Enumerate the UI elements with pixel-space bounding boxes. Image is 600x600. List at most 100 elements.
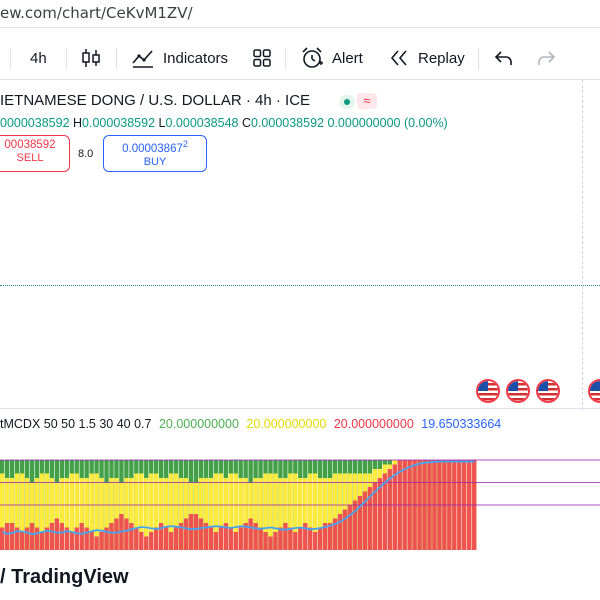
mcdx-red-bar [163, 527, 169, 550]
mcdx-red-bar [139, 532, 144, 550]
mcdx-red-bar [273, 532, 278, 550]
mcdx-red-bar [129, 523, 134, 550]
mcdx-red-bar [347, 505, 353, 550]
mcdx-red-bar [99, 532, 104, 550]
mcdx-red-bar [387, 469, 392, 550]
mcdx-red-bar [298, 527, 303, 550]
mcdx-red-bar [283, 523, 288, 550]
chart-type-button[interactable] [80, 44, 102, 72]
mcdx-red-bar [109, 523, 114, 550]
mcdx-red-bar [238, 527, 243, 550]
sell-price: 00038592 [4, 139, 56, 151]
indicator-value-green: 20.000000000 [158, 417, 239, 431]
toolbar-divider [285, 48, 286, 70]
data-delay-badge[interactable]: ≈ [357, 93, 377, 109]
mcdx-red-bar [4, 523, 10, 550]
indicator-legend[interactable]: tMCDX 50 50 1.5 30 40 0.7 20.000000000 2… [0, 417, 501, 431]
mcdx-red-bar [263, 532, 268, 550]
interval-button[interactable]: 4h [30, 44, 47, 72]
toolbar-divider [478, 48, 479, 70]
mcdx-red-bar [34, 527, 40, 550]
toolbar-divider [116, 48, 117, 70]
mcdx-red-bar [9, 523, 15, 550]
indicators-button[interactable]: Indicators [131, 44, 228, 72]
replay-label: Replay [418, 49, 465, 67]
buy-price-wrap: 0.000038672 [104, 139, 206, 155]
buy-price: 0.00003867 [122, 142, 183, 155]
mcdx-red-bar [54, 518, 60, 550]
alert-button[interactable]: Alert [300, 44, 363, 72]
mcdx-red-bar [233, 532, 238, 550]
us-flag-icon[interactable] [476, 379, 500, 403]
alert-label: Alert [332, 49, 363, 67]
close-label: C [241, 116, 251, 130]
mcdx-red-bar [337, 514, 343, 550]
tradingview-logo[interactable]: / TradingView [0, 566, 129, 589]
interval-label: 4h [30, 49, 47, 67]
mcdx-red-bar [352, 500, 358, 550]
us-flag-icon[interactable] [588, 379, 600, 403]
buy-button[interactable]: 0.000038672 BUY [103, 135, 207, 172]
redo-icon [538, 51, 556, 65]
mcdx-red-bar [218, 527, 223, 550]
undo-button[interactable] [493, 44, 515, 72]
mcdx-red-bar [193, 514, 199, 550]
redo-button[interactable] [535, 44, 557, 72]
open-value: 0000038592 [0, 116, 70, 130]
mcdx-red-bar [173, 527, 179, 550]
sell-button[interactable]: 00038592 SELL [0, 135, 70, 172]
low-value: 0.000038548 [165, 116, 239, 130]
mcdx-red-bar [154, 527, 159, 550]
layout-button[interactable] [251, 44, 273, 72]
mcdx-red-bar [134, 527, 139, 550]
indicator-name: tMCDX 50 50 1.5 30 40 0.7 [0, 417, 152, 431]
candlestick-icon [82, 49, 100, 67]
mcdx-red-bar [293, 532, 298, 550]
mcdx-red-bar [183, 518, 189, 550]
brand-name: TradingView [11, 566, 129, 588]
mcdx-red-bar [228, 527, 233, 550]
replay-button[interactable]: Replay [388, 44, 465, 72]
mcdx-red-bar [213, 532, 219, 550]
grid-line [582, 80, 583, 410]
mcdx-red-bar [0, 527, 5, 550]
us-flag-icon[interactable] [506, 379, 530, 403]
mcdx-red-bar [124, 518, 129, 550]
market-open-status-icon[interactable] [339, 95, 355, 109]
mcdx-indicator-pane[interactable] [0, 440, 600, 555]
mcdx-red-bar [114, 518, 119, 550]
mcdx-red-bar [29, 523, 35, 550]
mcdx-red-bar [39, 532, 45, 550]
ohlc-legend: 0000038592 H0.000038592 L0.000038548 C0.… [0, 116, 448, 130]
alarm-clock-icon [302, 47, 323, 68]
mcdx-red-bar [258, 527, 263, 550]
mcdx-red-bar [248, 518, 253, 550]
url-text[interactable]: ew.com/chart/CeKvM1ZV/ [0, 4, 193, 22]
current-price-line [0, 285, 600, 286]
mcdx-red-bar [268, 536, 273, 550]
mcdx-red-bar [208, 527, 214, 550]
mcdx-red-bar [144, 536, 149, 550]
mcdx-red-bar [24, 527, 30, 550]
us-flag-icon[interactable] [536, 379, 560, 403]
mcdx-red-bar [253, 523, 258, 550]
mcdx-red-bar [278, 527, 283, 550]
mcdx-red-bar [392, 464, 397, 550]
chart-toolbar: 4h Indicators Alert Replay [0, 36, 600, 80]
symbol-title[interactable]: IETNAMESE DONG / U.S. DOLLAR · 4h · ICE [0, 92, 310, 109]
mcdx-red-bar [288, 527, 293, 550]
indicator-value-red: 20.000000000 [333, 417, 414, 431]
mcdx-red-bar [308, 527, 313, 550]
mcdx-red-bar [342, 509, 348, 550]
toolbar-divider [66, 48, 67, 70]
mcdx-red-bar [84, 527, 89, 550]
browser-address-bar[interactable]: ew.com/chart/CeKvM1ZV/ [0, 0, 600, 28]
indicator-value-yellow: 20.000000000 [246, 417, 327, 431]
indicators-icon [132, 50, 153, 68]
buy-price-superscript: 2 [182, 139, 188, 149]
pane-separator[interactable] [0, 408, 600, 409]
buy-label: BUY [143, 155, 167, 168]
indicators-label: Indicators [163, 49, 229, 67]
mcdx-red-bar [89, 532, 94, 550]
close-value: 0.000038592 [251, 116, 324, 130]
